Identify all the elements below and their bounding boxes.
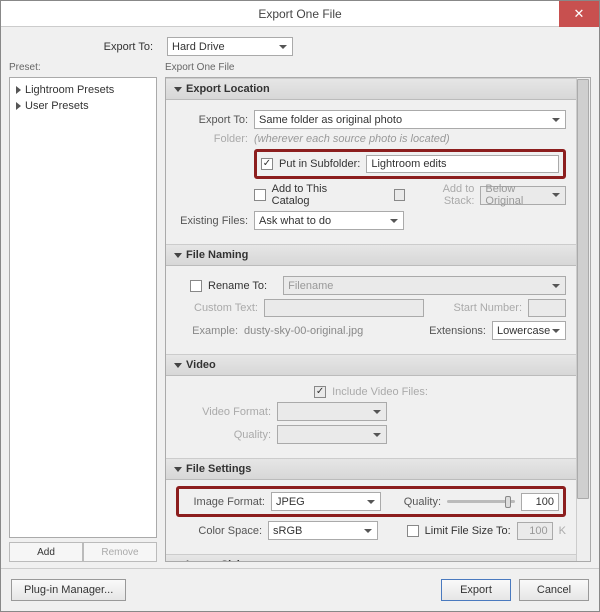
close-button[interactable]: ✕ bbox=[559, 1, 599, 27]
preset-column: Preset: Lightroom Presets User Presets A… bbox=[9, 60, 157, 562]
include-video-label: Include Video Files: bbox=[332, 386, 428, 398]
add-catalog-checkbox[interactable] bbox=[254, 189, 266, 201]
settings-column: Export One File Export Location Export T… bbox=[165, 60, 591, 562]
folder-path: (wherever each source photo is located) bbox=[254, 133, 450, 145]
scrollbar-thumb[interactable] bbox=[577, 79, 589, 499]
dialog-footer: Plug-in Manager... Export Cancel bbox=[1, 568, 599, 611]
export-to-row: Export To: Hard Drive bbox=[1, 27, 599, 60]
disclosure-icon bbox=[16, 86, 21, 94]
export-to-label: Export To: bbox=[176, 114, 248, 126]
extensions-label: Extensions: bbox=[429, 325, 486, 337]
subfolder-checkbox[interactable] bbox=[261, 158, 273, 170]
panel-file-naming: Rename To: Filename Custom Text: Start Num… bbox=[166, 266, 576, 354]
preset-header: Preset: bbox=[9, 60, 157, 77]
image-format-label: Image Format: bbox=[183, 496, 265, 508]
subfolder-input[interactable]: Lightroom edits bbox=[366, 155, 559, 173]
add-stack-checkbox bbox=[394, 189, 406, 201]
panel-file-settings-header[interactable]: File Settings bbox=[166, 458, 576, 480]
rename-label: Rename To: bbox=[208, 280, 267, 292]
chevron-down-icon bbox=[174, 467, 182, 472]
rename-template-select: Filename bbox=[283, 276, 566, 295]
plugin-manager-button[interactable]: Plug-in Manager... bbox=[11, 579, 126, 601]
quality-slider[interactable] bbox=[447, 500, 515, 503]
panel-video: Include Video Files: Video Format: Quali… bbox=[166, 376, 576, 458]
colorspace-label: Color Space: bbox=[176, 525, 262, 537]
limit-unit: K bbox=[559, 525, 566, 537]
remove-preset-button[interactable]: Remove bbox=[83, 542, 157, 562]
colorspace-select[interactable]: sRGB bbox=[268, 521, 378, 540]
chevron-down-icon bbox=[174, 87, 182, 92]
limit-filesize-label: Limit File Size To: bbox=[425, 525, 511, 537]
folder-label: Folder: bbox=[176, 133, 248, 145]
panel-file-naming-header[interactable]: File Naming bbox=[166, 244, 576, 266]
example-value: dusty-sky-00-original.jpg bbox=[244, 325, 363, 337]
export-button[interactable]: Export bbox=[441, 579, 511, 601]
limit-filesize-checkbox[interactable] bbox=[407, 525, 419, 537]
titlebar: Export One File ✕ bbox=[1, 1, 599, 27]
scrollbar[interactable] bbox=[576, 78, 590, 561]
window-title: Export One File bbox=[258, 7, 341, 21]
example-label: Example: bbox=[176, 325, 238, 337]
extensions-select[interactable]: Lowercase bbox=[492, 321, 566, 340]
image-format-select[interactable]: JPEG bbox=[271, 492, 381, 511]
chevron-down-icon bbox=[174, 363, 182, 368]
export-to-label: Export To: bbox=[9, 41, 159, 53]
disclosure-icon bbox=[16, 102, 21, 110]
include-video-checkbox bbox=[314, 386, 326, 398]
close-icon: ✕ bbox=[574, 6, 585, 22]
stack-position-select: Below Original bbox=[480, 186, 566, 205]
video-format-select bbox=[277, 402, 387, 421]
quality-input[interactable]: 100 bbox=[521, 493, 559, 511]
existing-files-select[interactable]: Ask what to do bbox=[254, 211, 404, 230]
settings-scroll: Export Location Export To: Same folder as… bbox=[165, 77, 591, 562]
video-quality-select bbox=[277, 425, 387, 444]
add-stack-label: Add to Stack: bbox=[411, 183, 474, 207]
slider-thumb[interactable] bbox=[505, 496, 511, 508]
limit-filesize-input: 100 bbox=[517, 522, 553, 540]
settings-header: Export One File bbox=[165, 60, 591, 77]
quality-label: Quality: bbox=[404, 496, 441, 508]
add-preset-button[interactable]: Add bbox=[9, 542, 83, 562]
panel-export-location: Export To:Same folder as original photo … bbox=[166, 100, 576, 244]
rename-checkbox[interactable] bbox=[190, 280, 202, 292]
subfolder-label: Put in Subfolder: bbox=[279, 158, 360, 170]
panel-file-settings: Image Format: JPEG Quality: 100 Color Sp… bbox=[166, 480, 576, 554]
export-to-folder-select[interactable]: Same folder as original photo bbox=[254, 110, 566, 129]
chevron-down-icon bbox=[174, 253, 182, 258]
start-number-input bbox=[528, 299, 566, 317]
custom-text-label: Custom Text: bbox=[176, 302, 258, 314]
preset-item[interactable]: User Presets bbox=[10, 98, 156, 114]
panel-video-header[interactable]: Video bbox=[166, 354, 576, 376]
panel-export-location-header[interactable]: Export Location bbox=[166, 78, 576, 100]
start-number-label: Start Number: bbox=[454, 302, 522, 314]
preset-item[interactable]: Lightroom Presets bbox=[10, 82, 156, 98]
video-format-label: Video Format: bbox=[176, 406, 271, 418]
export-to-select[interactable]: Hard Drive bbox=[167, 37, 293, 56]
cancel-button[interactable]: Cancel bbox=[519, 579, 589, 601]
format-highlight: Image Format: JPEG Quality: 100 bbox=[176, 486, 566, 517]
panel-image-sizing-header[interactable]: Image Sizing bbox=[166, 554, 576, 562]
preset-list[interactable]: Lightroom Presets User Presets bbox=[9, 77, 157, 538]
video-quality-label: Quality: bbox=[176, 429, 271, 441]
export-dialog: Export One File ✕ Export To: Hard Drive … bbox=[0, 0, 600, 612]
add-catalog-label: Add to This Catalog bbox=[272, 183, 365, 207]
subfolder-highlight: Put in Subfolder: Lightroom edits bbox=[254, 149, 566, 179]
custom-text-input bbox=[264, 299, 424, 317]
existing-files-label: Existing Files: bbox=[176, 215, 248, 227]
